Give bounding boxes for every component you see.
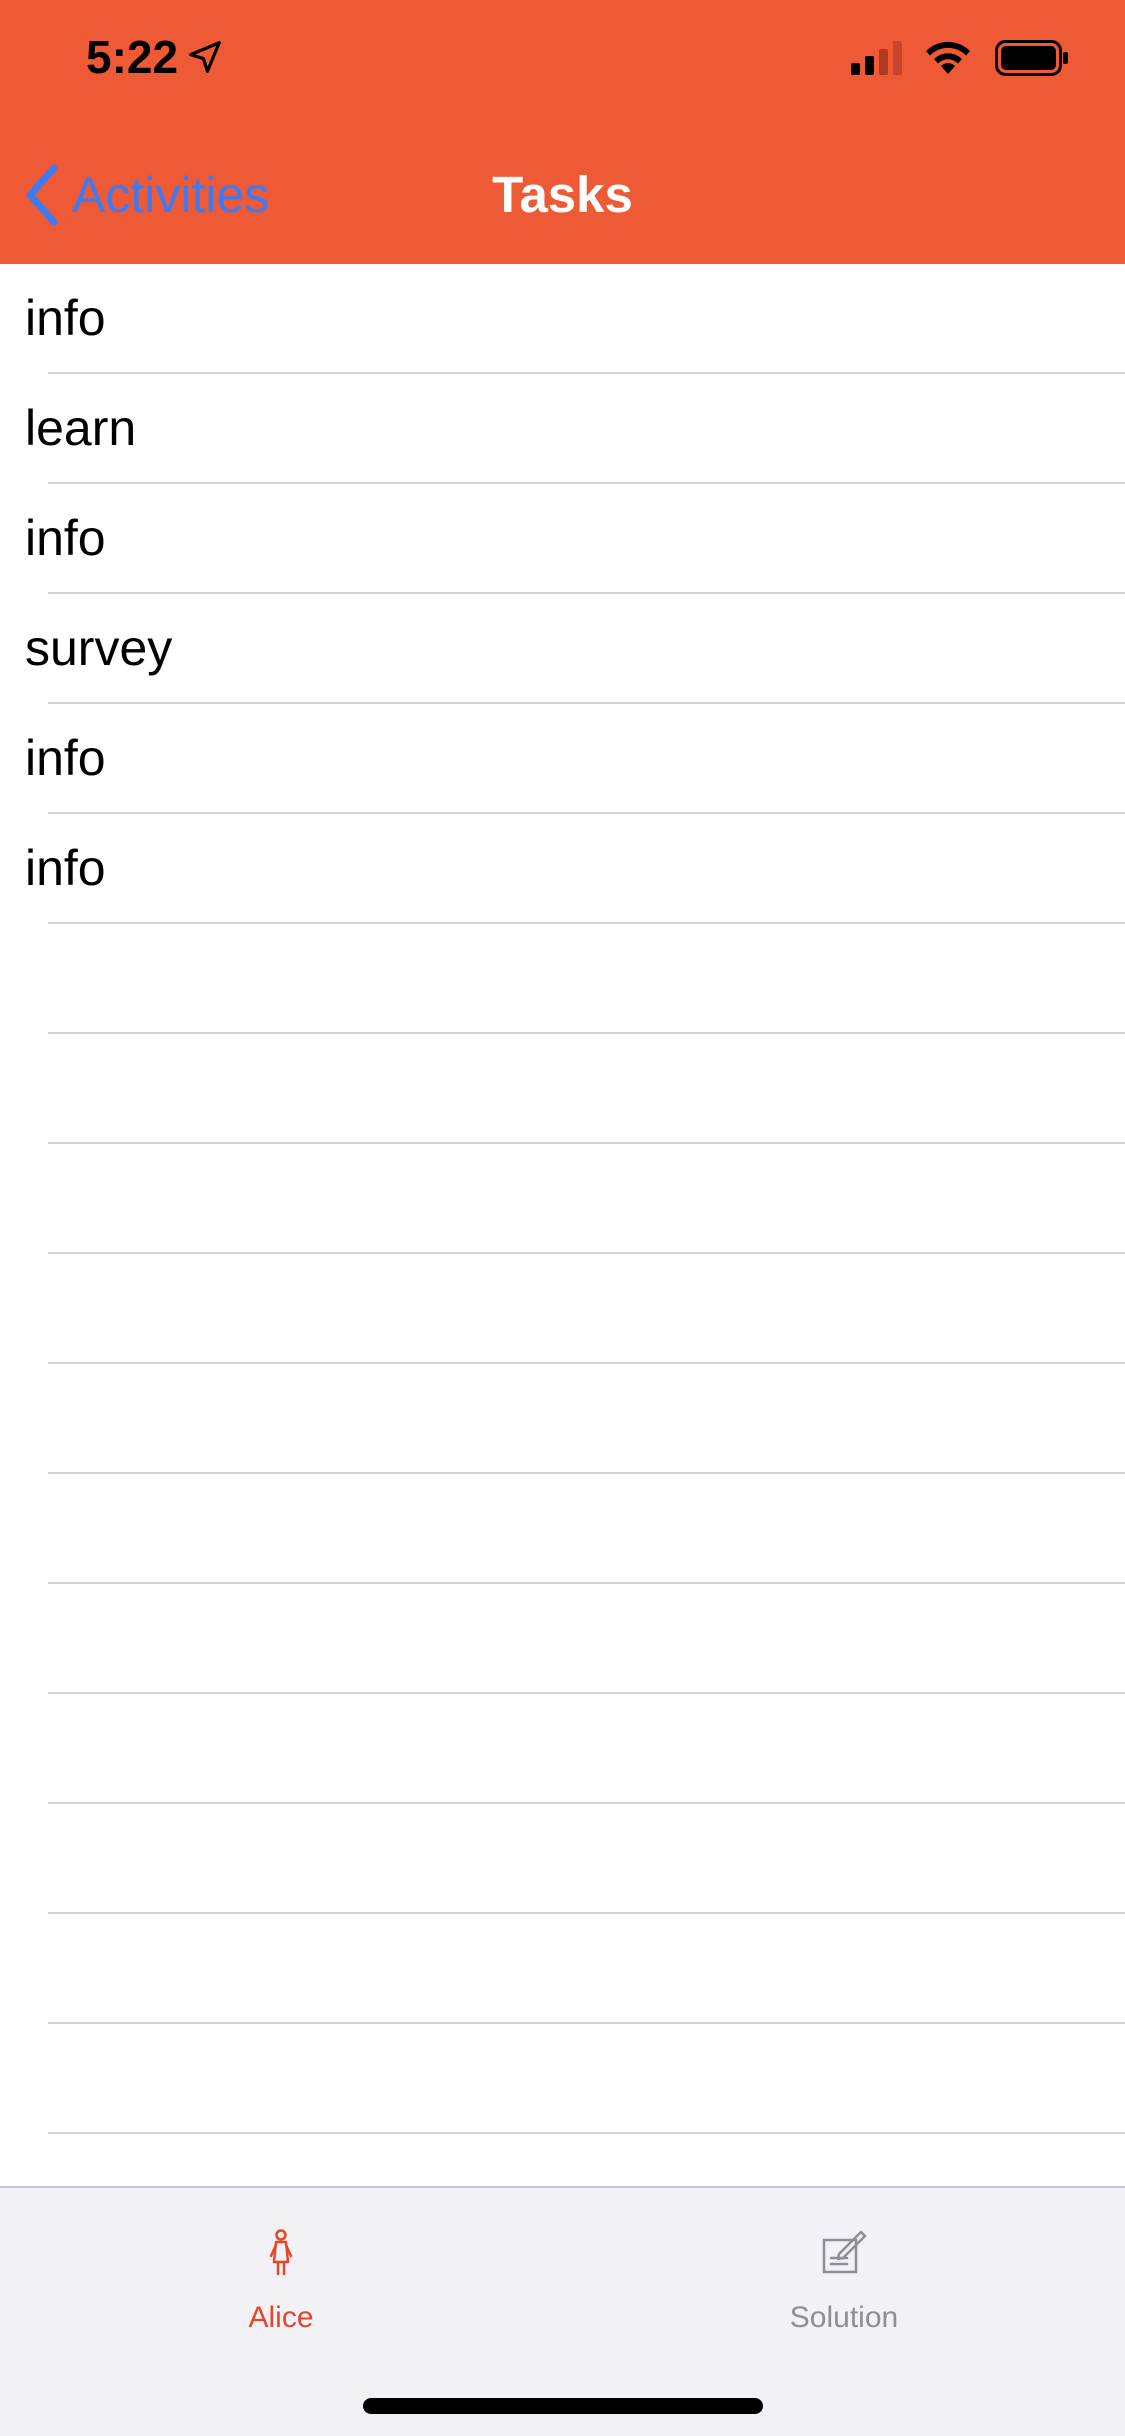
empty-row: [0, 1254, 1125, 1364]
status-time-label: 5:22: [86, 31, 179, 83]
tab-alice-label: Alice: [248, 2301, 314, 2334]
person-icon: [269, 2229, 293, 2276]
task-row[interactable]: info: [0, 264, 1125, 374]
back-button[interactable]: Activities: [22, 164, 269, 226]
screen: 5:22 Activities Tasks info learn info su…: [0, 0, 1125, 2436]
compose-icon: [822, 2230, 867, 2274]
header: 5:22 Activities Tasks: [0, 0, 1125, 264]
chevron-left-icon: [26, 164, 58, 226]
task-row[interactable]: survey: [0, 594, 1125, 704]
status-time: 5:22: [86, 30, 224, 84]
status-icons: [851, 40, 1069, 76]
empty-row: [0, 1364, 1125, 1474]
home-indicator[interactable]: [363, 2398, 763, 2414]
task-label: info: [25, 510, 106, 566]
empty-row: [0, 1804, 1125, 1914]
empty-row: [0, 2024, 1125, 2134]
task-row[interactable]: info: [0, 704, 1125, 814]
task-label: learn: [25, 400, 137, 456]
empty-row: [0, 2134, 1125, 2186]
empty-row: [0, 1584, 1125, 1694]
task-label: info: [25, 730, 106, 786]
empty-row: [0, 924, 1125, 1034]
task-list: info learn info survey info info: [0, 264, 1125, 2186]
tab-solution-label: Solution: [789, 2301, 899, 2334]
task-row[interactable]: info: [0, 814, 1125, 924]
task-label: info: [25, 840, 106, 896]
location-arrow-icon: [189, 41, 221, 73]
empty-row: [0, 1144, 1125, 1254]
empty-row: [0, 1914, 1125, 2024]
battery-icon: [995, 40, 1068, 76]
task-row[interactable]: info: [0, 484, 1125, 594]
empty-row: [0, 1474, 1125, 1584]
cellular-signal-icon: [851, 41, 902, 75]
task-label: info: [25, 290, 106, 346]
empty-row: [0, 1694, 1125, 1804]
tab-alice[interactable]: Alice: [0, 2188, 562, 2358]
task-row[interactable]: learn: [0, 374, 1125, 484]
wifi-icon: [926, 41, 970, 74]
tab-solution[interactable]: Solution: [563, 2188, 1125, 2358]
empty-row: [0, 1034, 1125, 1144]
back-button-label: Activities: [72, 167, 270, 223]
task-label: survey: [25, 620, 173, 676]
